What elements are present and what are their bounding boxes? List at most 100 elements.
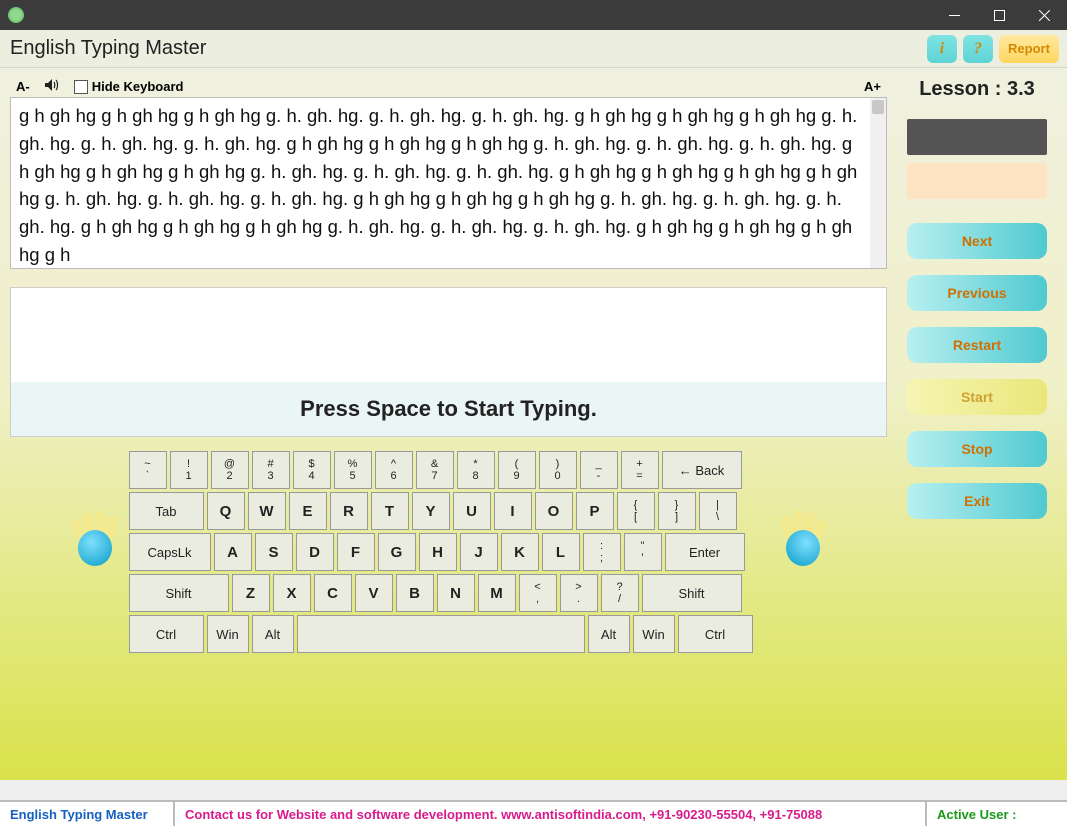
key-,[interactable]: <, — [519, 574, 557, 612]
key-j[interactable]: J — [460, 533, 498, 571]
sound-icon[interactable] — [44, 78, 60, 95]
start-button[interactable]: Start — [907, 379, 1047, 415]
key-g[interactable]: G — [378, 533, 416, 571]
key-3[interactable]: #3 — [252, 451, 290, 489]
key-[[interactable]: {[ — [617, 492, 655, 530]
key-b[interactable]: B — [396, 574, 434, 612]
key-0[interactable]: )0 — [539, 451, 577, 489]
key-x[interactable]: X — [273, 574, 311, 612]
text-toolbar: A- Hide Keyboard A+ — [10, 78, 887, 97]
key-y[interactable]: Y — [412, 492, 450, 530]
exit-button[interactable]: Exit — [907, 483, 1047, 519]
key-backspace[interactable]: ← Back — [662, 451, 742, 489]
lesson-text-box[interactable]: g h gh hg g h gh hg g h gh hg g. h. gh. … — [10, 97, 887, 269]
close-button[interactable] — [1022, 0, 1067, 30]
key-alt-left[interactable]: Alt — [252, 615, 294, 653]
key-4[interactable]: $4 — [293, 451, 331, 489]
scrollbar-thumb[interactable] — [872, 100, 884, 114]
right-sidebar: Lesson : 3.3 Next Previous Restart Start… — [897, 68, 1067, 780]
key--[interactable]: _- — [580, 451, 618, 489]
key-9[interactable]: (9 — [498, 451, 536, 489]
key-k[interactable]: K — [501, 533, 539, 571]
key-p[interactable]: P — [576, 492, 614, 530]
key-q[interactable]: Q — [207, 492, 245, 530]
minimize-button[interactable] — [932, 0, 977, 30]
key-=[interactable]: += — [621, 451, 659, 489]
key-z[interactable]: Z — [232, 574, 270, 612]
key-shift-left[interactable]: Shift — [129, 574, 229, 612]
app-icon — [8, 7, 24, 23]
key-enter[interactable]: Enter — [665, 533, 745, 571]
footer-spacer — [0, 780, 1067, 800]
key-space[interactable] — [297, 615, 585, 653]
window-titlebar — [0, 0, 1067, 30]
lesson-text-content: g h gh hg g h gh hg g h gh hg g. h. gh. … — [19, 102, 878, 269]
status-bar: English Typing Master Contact us for Web… — [0, 800, 1067, 826]
key-r[interactable]: R — [330, 492, 368, 530]
key-f[interactable]: F — [337, 533, 375, 571]
key-;[interactable]: :; — [583, 533, 621, 571]
previous-button[interactable]: Previous — [907, 275, 1047, 311]
status-message: Contact us for Website and software deve… — [175, 802, 927, 826]
key-d[interactable]: D — [296, 533, 334, 571]
help-button[interactable]: ? — [963, 35, 993, 63]
key-5[interactable]: %5 — [334, 451, 372, 489]
display-box-1 — [907, 119, 1047, 155]
key-t[interactable]: T — [371, 492, 409, 530]
scrollbar[interactable] — [870, 98, 886, 268]
display-box-2 — [907, 163, 1047, 199]
key-n[interactable]: N — [437, 574, 475, 612]
key-a[interactable]: A — [214, 533, 252, 571]
key-e[interactable]: E — [289, 492, 327, 530]
main-area: A- Hide Keyboard A+ g h gh hg g h gh hg … — [0, 68, 1067, 780]
key-6[interactable]: ^6 — [375, 451, 413, 489]
maximize-button[interactable] — [977, 0, 1022, 30]
typing-area[interactable]: Press Space to Start Typing. — [10, 287, 887, 437]
app-header: English Typing Master i ? Report — [0, 30, 1067, 68]
key-7[interactable]: &7 — [416, 451, 454, 489]
key-shift-right[interactable]: Shift — [642, 574, 742, 612]
key-v[interactable]: V — [355, 574, 393, 612]
key-tab[interactable]: Tab — [129, 492, 204, 530]
left-hand-icon — [71, 506, 119, 566]
key-'[interactable]: "' — [624, 533, 662, 571]
key-2[interactable]: @2 — [211, 451, 249, 489]
key-`[interactable]: ~` — [129, 451, 167, 489]
key-8[interactable]: *8 — [457, 451, 495, 489]
font-decrease[interactable]: A- — [16, 79, 30, 94]
key-o[interactable]: O — [535, 492, 573, 530]
key-ctrl-right[interactable]: Ctrl — [678, 615, 753, 653]
key-1[interactable]: !1 — [170, 451, 208, 489]
key-s[interactable]: S — [255, 533, 293, 571]
key-h[interactable]: H — [419, 533, 457, 571]
key-ctrl-left[interactable]: Ctrl — [129, 615, 204, 653]
report-button[interactable]: Report — [999, 35, 1059, 63]
key-w[interactable]: W — [248, 492, 286, 530]
key-alt-right[interactable]: Alt — [588, 615, 630, 653]
status-active-user: Active User : — [927, 802, 1067, 826]
lesson-label: Lesson : 3.3 — [919, 78, 1035, 101]
key-capslock[interactable]: CapsLk — [129, 533, 211, 571]
key-c[interactable]: C — [314, 574, 352, 612]
stop-button[interactable]: Stop — [907, 431, 1047, 467]
key-i[interactable]: I — [494, 492, 532, 530]
font-increase[interactable]: A+ — [864, 79, 881, 94]
restart-button[interactable]: Restart — [907, 327, 1047, 363]
next-button[interactable]: Next — [907, 223, 1047, 259]
key-m[interactable]: M — [478, 574, 516, 612]
key-u[interactable]: U — [453, 492, 491, 530]
key-l[interactable]: L — [542, 533, 580, 571]
key-.[interactable]: >. — [560, 574, 598, 612]
left-pane: A- Hide Keyboard A+ g h gh hg g h gh hg … — [0, 68, 897, 780]
key-win-left[interactable]: Win — [207, 615, 249, 653]
key-/[interactable]: ?/ — [601, 574, 639, 612]
keyboard-wrap: ~`!1@2#3$4%5^6&7*8(9)0_-+=← Back TabQWER… — [10, 451, 887, 656]
key-\[interactable]: |\ — [699, 492, 737, 530]
key-][interactable]: }] — [658, 492, 696, 530]
app-title: English Typing Master — [10, 37, 921, 60]
hide-keyboard-checkbox[interactable]: Hide Keyboard — [74, 79, 184, 95]
virtual-keyboard: ~`!1@2#3$4%5^6&7*8(9)0_-+=← Back TabQWER… — [129, 451, 769, 656]
typing-prompt: Press Space to Start Typing. — [11, 382, 886, 436]
info-button[interactable]: i — [927, 35, 957, 63]
key-win-right[interactable]: Win — [633, 615, 675, 653]
